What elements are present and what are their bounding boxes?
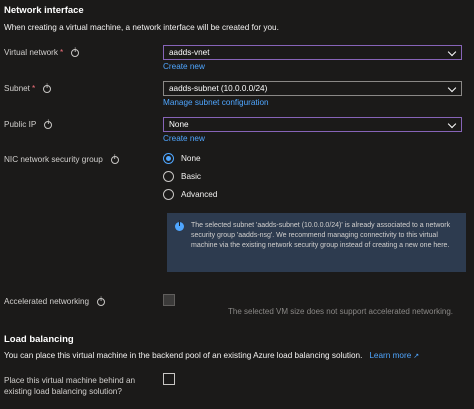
nsg-info-text: The selected subnet 'aadds-subnet (10.0.… <box>191 222 451 249</box>
virtual-network-dropdown[interactable]: aadds-vnet <box>163 45 462 60</box>
info-circle-icon <box>175 221 184 231</box>
chevron-down-icon <box>447 83 457 93</box>
place-behind-lb-label-line1: Place this virtual machine behind an <box>4 376 136 385</box>
subnet-label-text: Subnet <box>4 84 30 93</box>
chevron-down-icon <box>447 119 457 129</box>
accelerated-networking-label: Accelerated networking <box>4 297 106 306</box>
virtual-network-value: aadds-vnet <box>169 48 210 57</box>
nsg-option-label: None <box>181 154 201 163</box>
accelerated-networking-label-text: Accelerated networking <box>4 297 90 306</box>
nsg-option-label: Basic <box>181 172 202 181</box>
radio-unchecked-icon[interactable] <box>163 189 174 200</box>
required-mark: * <box>31 84 36 93</box>
public-ip-create-new-link[interactable]: Create new <box>163 134 205 143</box>
load-balancing-description-row: You can place this virtual machine in th… <box>4 351 419 360</box>
manage-subnet-configuration-link[interactable]: Manage subnet configuration <box>163 98 269 107</box>
subnet-label: Subnet * <box>4 84 52 93</box>
info-icon[interactable] <box>110 155 119 164</box>
place-behind-lb-label-line2: existing load balancing solution? <box>4 387 122 396</box>
nsg-label-text: NIC network security group <box>4 155 103 164</box>
nsg-info-message: The selected subnet 'aadds-subnet (10.0.… <box>167 213 466 272</box>
virtual-network-create-new-link[interactable]: Create new <box>163 62 205 71</box>
accelerated-networking-hint: The selected VM size does not support ac… <box>228 307 454 316</box>
chevron-down-icon <box>447 47 457 57</box>
network-interface-description: When creating a virtual machine, a netwo… <box>4 23 279 32</box>
accelerated-networking-checkbox[interactable] <box>163 294 175 306</box>
place-behind-lb-label: Place this virtual machine behind an exi… <box>4 375 135 397</box>
place-behind-lb-checkbox[interactable] <box>163 373 175 385</box>
section-title-load-balancing: Load balancing <box>4 334 74 345</box>
nsg-option-basic[interactable]: Basic <box>163 171 201 182</box>
radio-checked-icon[interactable] <box>163 153 174 164</box>
nsg-option-label: Advanced <box>181 190 218 199</box>
subnet-dropdown[interactable]: aadds-subnet (10.0.0.0/24) <box>163 81 462 96</box>
section-title-network-interface: Network interface <box>4 5 84 16</box>
virtual-network-label: Virtual network * <box>4 48 80 57</box>
info-icon[interactable] <box>97 297 106 306</box>
public-ip-label-text: Public IP <box>4 120 37 129</box>
load-balancing-description: You can place this virtual machine in th… <box>4 351 363 360</box>
info-icon[interactable] <box>43 84 52 93</box>
info-icon[interactable] <box>71 48 80 57</box>
nsg-option-none[interactable]: None <box>163 153 201 164</box>
public-ip-label: Public IP <box>4 120 53 129</box>
nsg-option-advanced[interactable]: Advanced <box>163 189 217 200</box>
public-ip-dropdown[interactable]: None <box>163 117 462 132</box>
subnet-value: aadds-subnet (10.0.0.0/24) <box>169 84 268 93</box>
virtual-network-label-text: Virtual network <box>4 48 59 57</box>
nsg-label: NIC network security group <box>4 155 119 164</box>
learn-more-link[interactable]: Learn more <box>369 351 411 360</box>
public-ip-value: None <box>169 120 189 129</box>
info-icon[interactable] <box>44 120 53 129</box>
required-mark: * <box>60 48 64 57</box>
radio-unchecked-icon[interactable] <box>163 171 174 182</box>
external-link-icon: ↗ <box>413 352 420 360</box>
